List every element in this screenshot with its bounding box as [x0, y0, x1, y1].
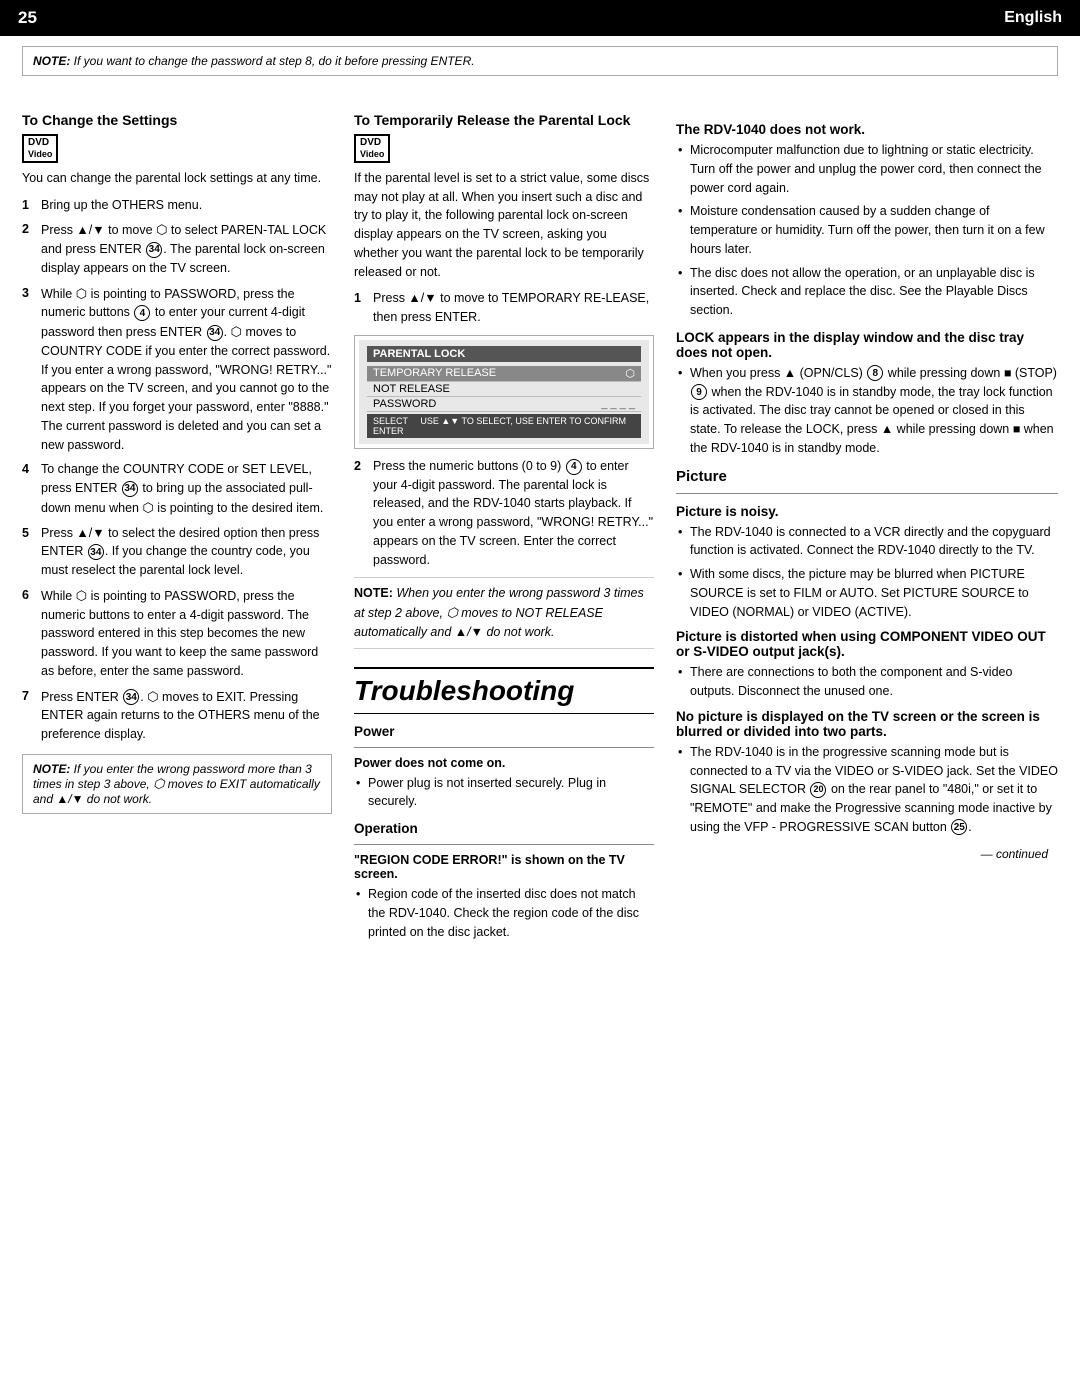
main-content: To Change the Settings DVD Video You can…: [0, 94, 1080, 967]
lock-appears-heading: LOCK appears in the display window and t…: [676, 330, 1058, 360]
section2-step-2: 2 Press the numeric buttons (0 to 9) 4 t…: [354, 457, 654, 570]
power-bullet-1: Power plug is not inserted securely. Plu…: [354, 774, 654, 812]
screen-title: PARENTAL LOCK: [367, 346, 641, 362]
screen-row-temp-release: TEMPORARY RELEASE ⬡: [367, 366, 641, 382]
section1-heading: To Change the Settings: [22, 112, 332, 128]
section2-heading: To Temporarily Release the Parental Lock: [354, 112, 654, 128]
middle-column: To Temporarily Release the Parental Lock…: [354, 112, 654, 949]
steps-list: 1 Bring up the OTHERS menu. 2 Press ▲/▼ …: [22, 196, 332, 744]
left-column: To Change the Settings DVD Video You can…: [22, 112, 332, 949]
step-2: 2 Press ▲/▼ to move ⬡ to select PAREN-TA…: [22, 220, 332, 277]
picture-noisy-bullet-1: The RDV-1040 is connected to a VCR direc…: [676, 523, 1058, 561]
power-subheading: Power does not come on.: [354, 756, 654, 770]
step-4: 4 To change the COUNTRY CODE or SET LEVE…: [22, 460, 332, 517]
rdv-bullet-3: The disc does not allow the operation, o…: [676, 264, 1058, 320]
power-bullets: Power plug is not inserted securely. Plu…: [354, 774, 654, 812]
power-heading: Power: [354, 724, 654, 739]
parental-lock-screen: PARENTAL LOCK TEMPORARY RELEASE ⬡ NOT RE…: [354, 335, 654, 449]
continued-text: — continued: [676, 847, 1058, 861]
page: 25 English NOTE: If you want to change t…: [0, 0, 1080, 1397]
no-picture-bullet-1: The RDV-1040 is in the progressive scann…: [676, 743, 1058, 837]
picture-heading: Picture: [676, 468, 1058, 485]
picture-distorted-bullets: There are connections to both the compon…: [676, 663, 1058, 701]
section2-step-1: 1 Press ▲/▼ to move to TEMPORARY RE-LEAS…: [354, 289, 654, 327]
section2-steps: 1 Press ▲/▼ to move to TEMPORARY RE-LEAS…: [354, 289, 654, 327]
troubleshooting-title: Troubleshooting: [354, 667, 654, 714]
rdv-bullet-1: Microcomputer malfunction due to lightni…: [676, 141, 1058, 197]
note-top-box: NOTE: If you want to change the password…: [22, 46, 1058, 76]
header-bar: 25 English: [0, 0, 1080, 36]
step-3: 3 While ⬡ is pointing to PASSWORD, press…: [22, 284, 332, 455]
section2-intro: If the parental level is set to a strict…: [354, 169, 654, 282]
no-picture-bullets: The RDV-1040 is in the progressive scann…: [676, 743, 1058, 837]
section2-steps-2: 2 Press the numeric buttons (0 to 9) 4 t…: [354, 457, 654, 570]
lock-appears-bullets: When you press ▲ (OPN/CLS) 8 while press…: [676, 364, 1058, 458]
page-number: 25: [18, 8, 37, 28]
no-picture-heading: No picture is displayed on the TV screen…: [676, 709, 1058, 739]
note-top-bold: NOTE:: [33, 54, 70, 68]
operation-bullets: Region code of the inserted disc does no…: [354, 885, 654, 941]
screen-row-not-release: NOT RELEASE: [367, 382, 641, 397]
dvd-badge-1: DVD Video: [22, 134, 58, 163]
right-column: The RDV-1040 does not work. Microcompute…: [676, 112, 1058, 949]
operation-bullet-1: Region code of the inserted disc does no…: [354, 885, 654, 941]
rdv-bullet-2: Moisture condensation caused by a sudden…: [676, 202, 1058, 258]
lock-bullet-1: When you press ▲ (OPN/CLS) 8 while press…: [676, 364, 1058, 458]
step-7: 7 Press ENTER 34. ⬡ moves to EXIT. Press…: [22, 687, 332, 744]
note-bottom-left-bold: NOTE:: [33, 762, 70, 776]
picture-noisy-bullets: The RDV-1040 is connected to a VCR direc…: [676, 523, 1058, 622]
dvd-badge-2: DVD Video: [354, 134, 390, 163]
rdv-not-work-bullets: Microcomputer malfunction due to lightni…: [676, 141, 1058, 320]
screen-row-password: PASSWORD _ _ _ _: [367, 397, 641, 412]
step-5: 5 Press ▲/▼ to select the desired option…: [22, 524, 332, 580]
step-1: 1 Bring up the OTHERS menu.: [22, 196, 332, 215]
picture-noisy-bullet-2: With some discs, the picture may be blur…: [676, 565, 1058, 621]
note-top-text: If you want to change the password at st…: [70, 54, 474, 68]
picture-distorted-heading: Picture is distorted when using COMPONEN…: [676, 629, 1058, 659]
operation-heading: Operation: [354, 821, 654, 836]
step-6: 6 While ⬡ is pointing to PASSWORD, press…: [22, 586, 332, 681]
operation-subheading: "REGION CODE ERROR!" is shown on the TV …: [354, 853, 654, 881]
section1-intro: You can change the parental lock setting…: [22, 169, 332, 188]
section2-note: NOTE: When you enter the wrong password …: [354, 577, 654, 648]
picture-noisy-heading: Picture is noisy.: [676, 504, 1058, 519]
note-bottom-left: NOTE: If you enter the wrong password mo…: [22, 754, 332, 814]
picture-distorted-bullet-1: There are connections to both the compon…: [676, 663, 1058, 701]
rdv-not-work-heading: The RDV-1040 does not work.: [676, 122, 1058, 137]
language-label: English: [1004, 9, 1062, 27]
screen-footer: SELECT USE ▲▼ TO SELECT, USE ENTER TO CO…: [367, 414, 641, 438]
note-bottom-left-text: If you enter the wrong password more tha…: [33, 762, 320, 806]
